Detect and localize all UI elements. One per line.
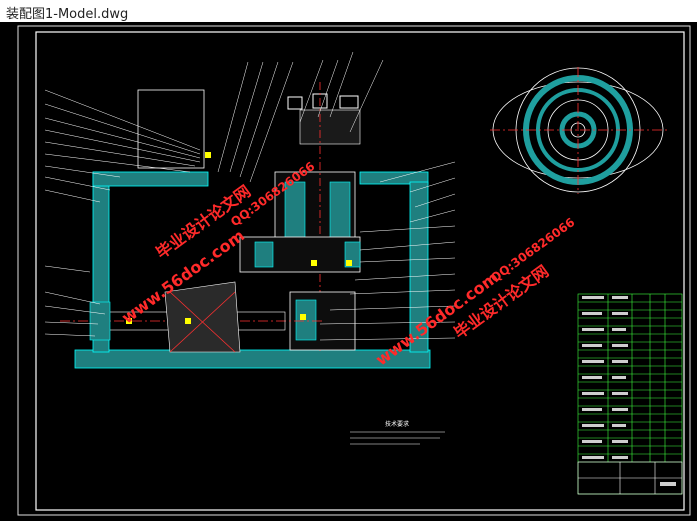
- title-bar: 装配图1-Model.dwg: [0, 0, 697, 22]
- cad-drawing: 技术要求: [17, 25, 691, 516]
- tech-requirements-title: 技术要求: [385, 420, 409, 428]
- title-block-fill: [582, 296, 676, 486]
- drawing-canvas[interactable]: 技术要求 www.56doc.com 毕业设计论文网 QQ:306826066 …: [0, 22, 697, 521]
- tech-requirements-block: [350, 431, 445, 445]
- window-title: 装配图1-Model.dwg: [6, 7, 129, 22]
- top-view-circle: [490, 67, 668, 194]
